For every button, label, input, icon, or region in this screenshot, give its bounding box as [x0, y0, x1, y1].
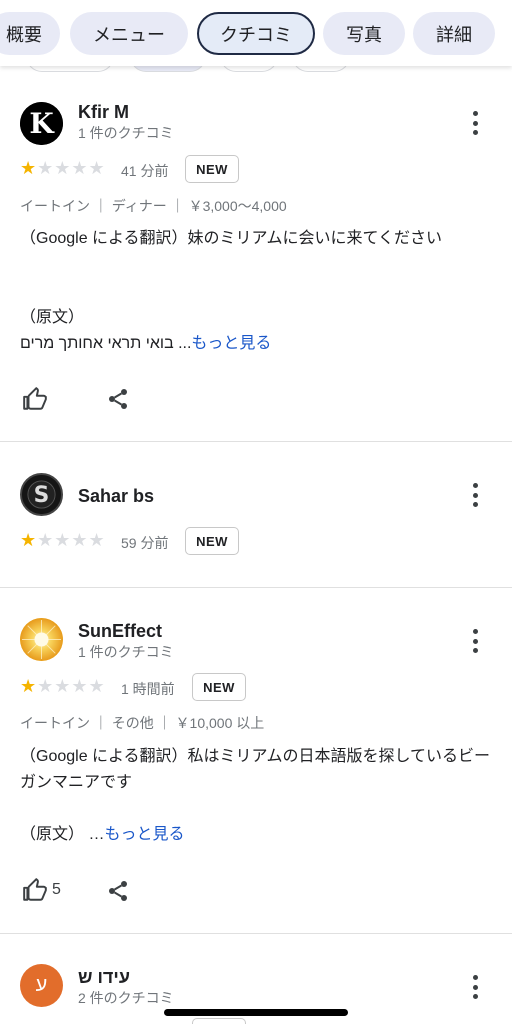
svg-text:S: S [34, 483, 50, 508]
tab-overview[interactable]: 概要 [0, 12, 60, 55]
review-time: 1 時間前 [121, 681, 175, 697]
avatar[interactable] [20, 618, 63, 661]
sun-logo-icon [20, 618, 63, 661]
avatar[interactable]: K [20, 102, 63, 145]
reviewer-name[interactable]: עידו ש [78, 967, 130, 988]
gothic-k-logo-icon: K [20, 102, 63, 145]
reviewer-name[interactable]: Sahar bs [78, 486, 154, 507]
svg-text:K: K [29, 107, 55, 140]
review-meta: イートイン ｜ その他 ｜ ￥10,000 以上 [20, 715, 265, 731]
tab-details[interactable]: 詳細 [413, 12, 495, 55]
review-original-text: （原文） …もっと見る [20, 822, 492, 848]
like-button[interactable] [22, 386, 48, 412]
tab-menu[interactable]: メニュー [70, 12, 188, 55]
tab-photos[interactable]: 写真 [323, 12, 405, 55]
original-label: （原文） [20, 309, 85, 326]
share-button[interactable] [106, 879, 130, 903]
avatar[interactable]: ע [20, 964, 63, 1007]
review-translated-text: （Google による翻訳）私はミリアムの日本語版を探しているビーガンマニアです [20, 748, 490, 791]
share-icon [109, 389, 127, 409]
divider [0, 441, 512, 442]
reviewer-review-count: 1 件のクチコミ [78, 125, 174, 141]
original-text: בואי תראי אחותך מרים ... [20, 335, 192, 352]
review-original-text: בואי תראי אחותך מרים ...もっと見る [20, 331, 492, 357]
like-count: 5 [52, 881, 61, 898]
read-more-link[interactable]: もっと見る [191, 335, 271, 352]
tab-bar: 概要 メニュー クチコミ 写真 詳細 [0, 0, 512, 66]
new-badge: NEW [185, 527, 239, 555]
star-rating: ★★★★★ [20, 158, 106, 178]
new-badge [192, 1018, 246, 1024]
avatar[interactable]: S [20, 473, 63, 516]
tab-reviews[interactable]: クチコミ [197, 12, 315, 55]
share-button[interactable] [106, 387, 130, 411]
review-time: 41 分前 [121, 163, 169, 179]
star-rating: ★★★★★ [20, 530, 106, 550]
more-options-icon[interactable] [466, 629, 484, 653]
thumbs-up-icon [23, 878, 47, 901]
star-rating: ★★★★★ [20, 676, 106, 696]
review-translated-text: （Google による翻訳）妹のミリアムに会いに来てください [20, 230, 442, 247]
original-label: （原文） [20, 826, 85, 843]
new-badge: NEW [192, 673, 246, 701]
review-time: 59 分前 [121, 535, 169, 551]
divider [0, 587, 512, 588]
more-options-icon[interactable] [466, 483, 484, 507]
new-badge: NEW [185, 155, 239, 183]
more-options-icon[interactable] [466, 111, 484, 135]
read-more-link[interactable]: もっと見る [104, 826, 184, 843]
divider [0, 933, 512, 934]
letter-s-logo-icon: S [22, 475, 61, 514]
more-options-icon[interactable] [466, 975, 484, 999]
reviewer-review-count: 2 件のクチコミ [78, 990, 174, 1006]
original-text: … [88, 826, 105, 843]
reviewer-review-count: 1 件のクチコミ [78, 644, 174, 660]
home-indicator[interactable] [164, 1009, 348, 1016]
share-icon [109, 881, 127, 901]
review-meta: イートイン ｜ ディナー ｜ ￥3,000〜4,000 [20, 198, 287, 214]
like-button[interactable]: 5 [22, 877, 61, 903]
reviewer-name[interactable]: SunEffect [78, 621, 162, 642]
reviewer-name[interactable]: Kfir M [78, 102, 129, 123]
thumbs-up-icon [23, 387, 47, 410]
